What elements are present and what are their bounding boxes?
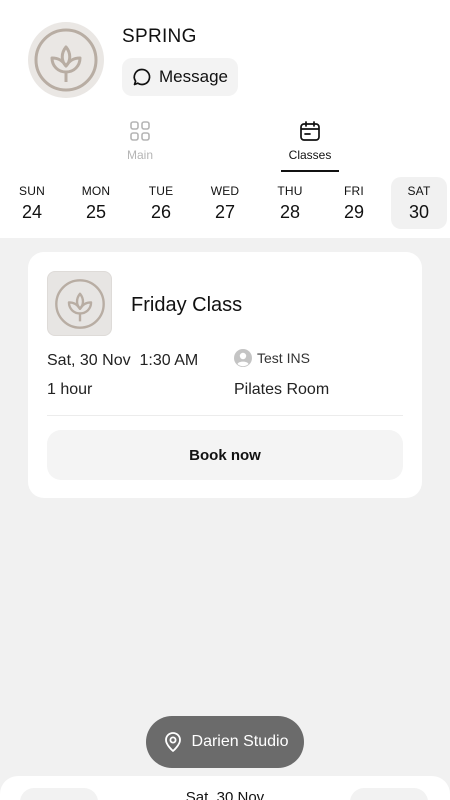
message-label: Message xyxy=(159,67,228,86)
instructor-name: Test INS xyxy=(257,350,310,366)
lotus-icon xyxy=(54,278,105,329)
sheet-right-button[interactable] xyxy=(350,788,428,800)
calendar-icon xyxy=(300,121,320,141)
day-number: 25 xyxy=(85,201,107,222)
day-name: FRI xyxy=(344,183,364,198)
studio-header: SPRING Message Main Classes SUN 24 MON 2… xyxy=(0,0,450,238)
day-wed[interactable]: WED 27 xyxy=(197,177,253,229)
bottom-sheet[interactable]: Sat, 30 Nov xyxy=(0,776,450,800)
day-mon[interactable]: MON 25 xyxy=(68,177,124,229)
tab-main[interactable]: Main xyxy=(110,120,170,172)
location-label: Darien Studio xyxy=(191,733,289,750)
class-thumbnail xyxy=(47,271,112,336)
day-name: SUN xyxy=(19,183,45,198)
day-number: 27 xyxy=(214,201,236,222)
lotus-icon xyxy=(34,28,98,92)
book-now-button[interactable]: Book now xyxy=(47,430,403,480)
day-sun[interactable]: SUN 24 xyxy=(4,177,60,229)
class-time: 1:30 AM xyxy=(139,352,199,369)
day-name: WED xyxy=(210,183,240,198)
map-pin-icon xyxy=(164,732,181,752)
day-thu[interactable]: THU 28 xyxy=(262,177,318,229)
class-card[interactable]: Friday Class Sat, 30 Nov 1:30 AM 1 hour … xyxy=(28,252,422,498)
class-date: Sat, 30 Nov xyxy=(47,352,131,369)
week-strip: SUN 24 MON 25 TUE 26 WED 27 THU 28 FRI 2… xyxy=(0,177,450,229)
message-button[interactable]: Message xyxy=(122,58,238,96)
day-name: THU xyxy=(277,183,303,198)
user-avatar-icon xyxy=(234,349,252,367)
class-instructor[interactable]: Test INS xyxy=(234,349,310,367)
divider xyxy=(47,415,403,416)
day-tue[interactable]: TUE 26 xyxy=(133,177,189,229)
tab-classes[interactable]: Classes xyxy=(281,120,339,172)
class-datetime: Sat, 30 Nov 1:30 AM xyxy=(47,352,198,370)
day-sat[interactable]: SAT 30 xyxy=(391,177,447,229)
studio-logo xyxy=(28,22,104,98)
day-number: 30 xyxy=(408,201,430,222)
day-number: 28 xyxy=(279,201,301,222)
location-button[interactable]: Darien Studio xyxy=(146,716,304,768)
class-room: Pilates Room xyxy=(234,381,330,398)
day-name: TUE xyxy=(148,183,174,198)
grid-icon xyxy=(130,121,150,141)
class-title: Friday Class xyxy=(131,294,243,316)
tab-classes-label: Classes xyxy=(288,148,332,162)
day-number: 29 xyxy=(343,201,365,222)
class-duration: 1 hour xyxy=(47,381,93,398)
day-name: SAT xyxy=(407,183,431,198)
active-tab-indicator xyxy=(281,170,339,172)
day-name: MON xyxy=(81,183,111,198)
day-fri[interactable]: FRI 29 xyxy=(326,177,382,229)
chat-bubble-icon xyxy=(133,68,151,86)
tab-main-label: Main xyxy=(126,148,153,162)
day-number: 24 xyxy=(21,201,43,222)
studio-name: SPRING xyxy=(122,26,197,47)
day-number: 26 xyxy=(150,201,172,222)
